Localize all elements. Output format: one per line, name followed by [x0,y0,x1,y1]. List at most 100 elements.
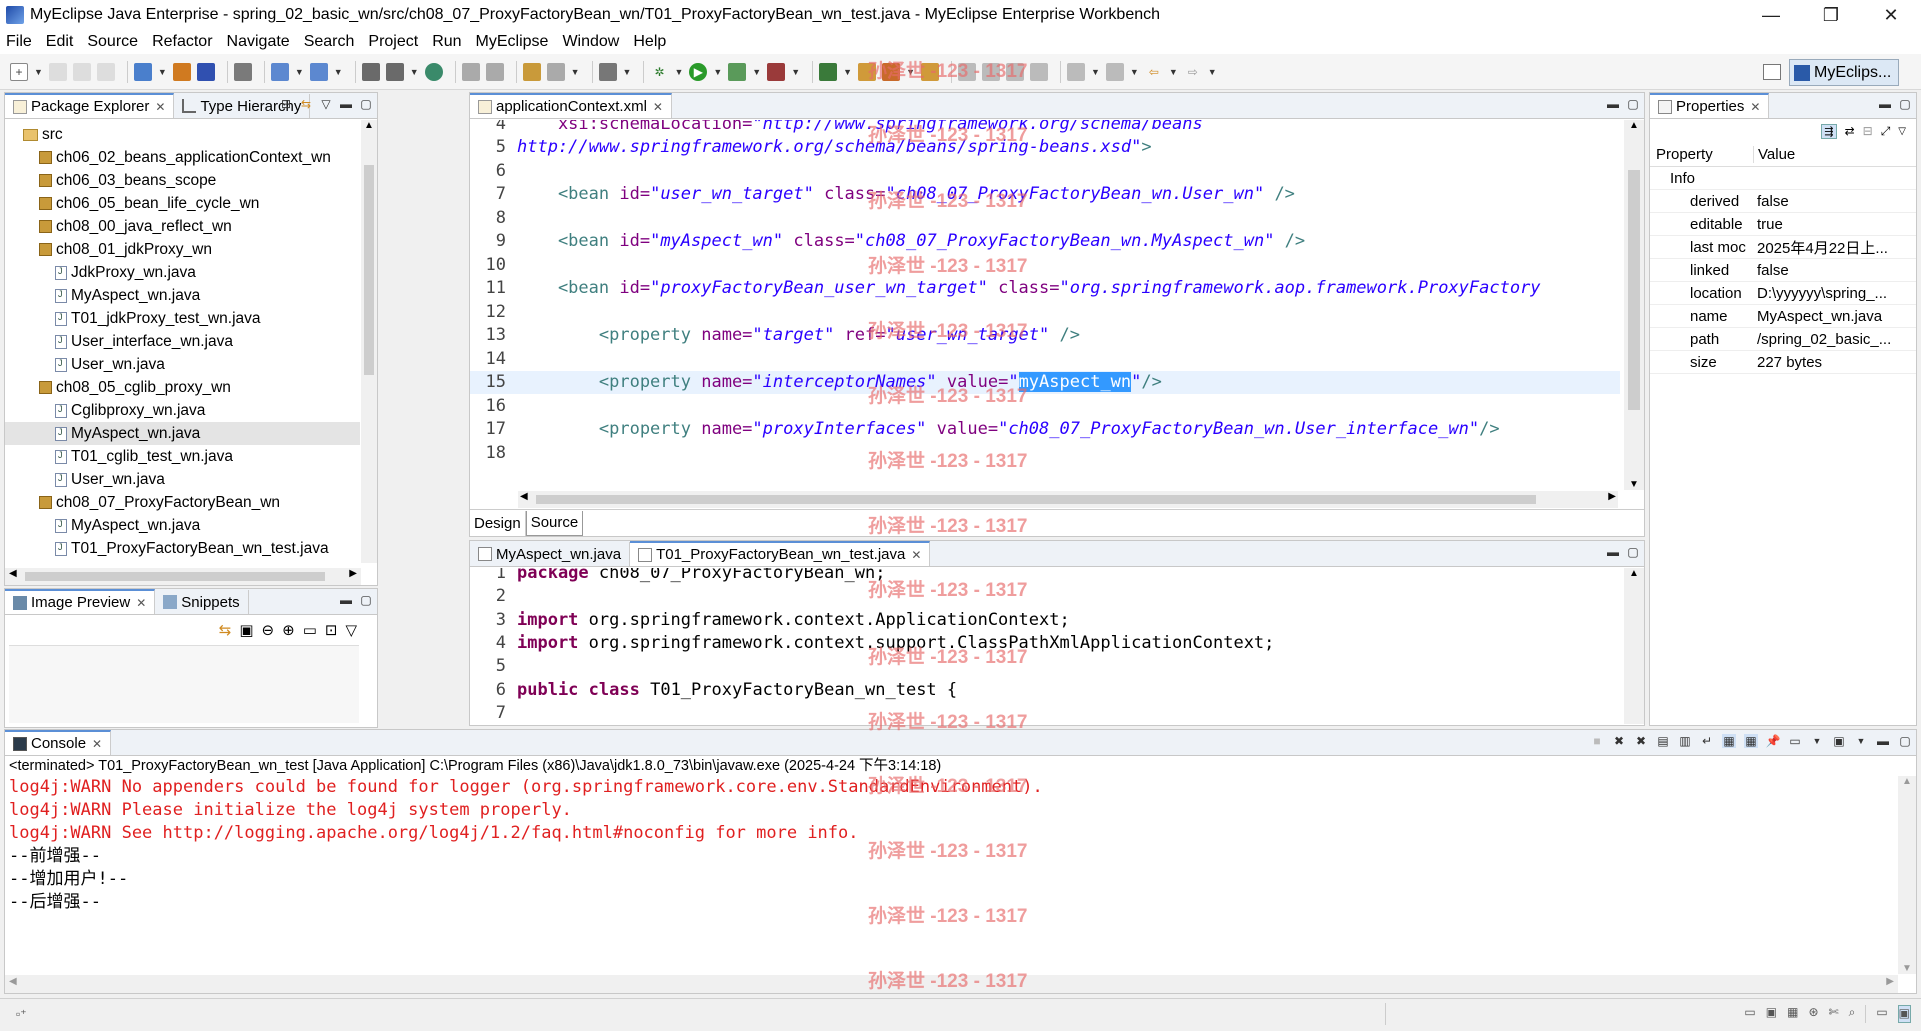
minimize-icon[interactable]: ▬ [1876,734,1890,748]
display-console-dropdown-icon[interactable]: ▼ [1810,734,1824,748]
view-menu-icon[interactable]: ▽ [319,97,333,111]
xml-code-area[interactable]: 3 xmlns:xsi="http://www.w3.org/2001/XMLS… [470,120,1620,465]
tree-item-java-file[interactable]: T01_cglib_test_wn.java [5,445,360,468]
minimize-button[interactable]: — [1741,0,1801,30]
new-dropdown-icon[interactable]: ▼ [34,67,43,77]
tree-item-java-file[interactable]: MyAspect_wn.java [5,514,360,537]
property-row[interactable]: name MyAspect_wn.java [1650,305,1916,328]
fit-image-icon[interactable]: ▣ [239,621,253,639]
close-icon[interactable]: ✕ [136,596,146,610]
coverage-dropdown-icon[interactable]: ▼ [752,67,761,77]
show-on-error-icon[interactable]: ▦ [1744,734,1758,748]
tree-item-package[interactable]: ch08_05_cglib_proxy_wn [5,376,360,399]
close-button[interactable]: ✕ [1861,0,1921,30]
refresh-icon[interactable] [858,62,877,81]
minimize-icon[interactable]: ▬ [339,97,353,111]
print-icon[interactable] [96,62,115,81]
pin-console-icon[interactable]: 📌 [1766,734,1781,748]
properties-section-info[interactable]: Info [1650,167,1916,190]
maximize-icon[interactable]: ▢ [1898,734,1912,748]
hscroll-thumb[interactable] [25,572,325,581]
back-dropdown-icon[interactable]: ▼ [1169,67,1178,77]
scroll-left-icon[interactable]: ◀ [9,568,17,579]
scroll-left-icon[interactable]: ◀ [520,491,528,502]
search-trim-icon[interactable]: ⌕ [1849,1005,1856,1023]
debug-dropdown-icon[interactable]: ▼ [674,67,683,77]
restore-default-icon[interactable]: ⊟ [1863,124,1873,138]
package-tree-hscroll[interactable]: ◀ ▶ [5,568,361,585]
new-file-icon[interactable]: + [10,62,28,81]
database-icon[interactable] [233,62,252,81]
scroll-down-icon[interactable]: ▼ [1629,479,1639,490]
collapse-all-icon[interactable]: ⊟ [279,97,293,111]
scroll-right-icon[interactable]: ▶ [1608,491,1616,502]
tab-console[interactable]: Console ✕ [5,730,112,755]
menu-help[interactable]: Help [633,33,666,51]
snippets-trim-icon[interactable]: ✄ [1829,1005,1839,1023]
console-output[interactable]: log4j:WARN No appenders could be found f… [5,776,1896,966]
edit-icon[interactable] [882,62,901,81]
scroll-down-icon[interactable]: ▼ [1902,963,1912,974]
edit-dropdown-icon[interactable]: ▼ [906,67,915,77]
show-on-output-icon[interactable]: ▦ [1722,734,1736,748]
save-icon[interactable] [48,62,67,81]
scroll-lock-icon[interactable]: ▥ [1678,734,1692,748]
property-row[interactable]: size 227 bytes [1650,351,1916,374]
menu-navigate[interactable]: Navigate [227,33,290,51]
prev-annotation-icon[interactable] [1105,62,1124,81]
pencil-icon[interactable] [981,62,1000,81]
prev-annotation-dropdown-icon[interactable]: ▼ [1130,67,1139,77]
report-dropdown-icon[interactable]: ▼ [410,67,419,77]
scroll-up-icon[interactable]: ▲ [364,120,374,131]
tab-image-preview[interactable]: Image Preview ✕ [5,589,156,614]
tab-properties[interactable]: Properties ✕ [1650,93,1770,118]
next-annotation-icon[interactable] [1066,62,1085,81]
next-annotation-dropdown-icon[interactable]: ▼ [1091,67,1100,77]
menu-file[interactable]: File [6,33,32,51]
word-wrap-icon[interactable]: ↵ [1700,734,1714,748]
new-project-dropdown-icon[interactable]: ▼ [158,67,167,77]
minimize-icon[interactable]: ▬ [1606,97,1620,111]
menu-refactor[interactable]: Refactor [152,33,212,51]
tab-myaspect-java[interactable]: MyAspect_wn.java [470,542,631,566]
restore-console-icon[interactable]: ▭ [1876,1005,1887,1023]
history-forward-icon[interactable] [485,62,504,81]
menu-search[interactable]: Search [304,33,355,51]
open-type-icon[interactable] [522,62,541,81]
link-editor-icon[interactable]: ⇆ [299,97,313,111]
forward-icon[interactable]: ⇨ [1184,63,1202,81]
clear-console-icon[interactable]: ▤ [1656,734,1670,748]
property-row[interactable]: last moc 2025年4月22日上... [1650,236,1916,259]
menu-run[interactable]: Run [432,33,461,51]
globe-icon[interactable] [424,62,443,81]
minimize-icon[interactable]: ▬ [1606,545,1620,559]
display-console-icon[interactable]: ▭ [1788,734,1802,748]
java-code-area[interactable]: 1 package ch08_07_ProxyFactoryBean_wn; 2 3 i… [470,568,1620,724]
link-icon[interactable]: ⇆ [219,621,232,639]
coverage-icon[interactable] [728,62,747,81]
property-row[interactable]: path/spring_02_basic_... [1650,328,1916,351]
wizard-dropdown-icon[interactable]: ▼ [295,67,304,77]
tasks-trim-icon[interactable]: ▦ [1787,1005,1798,1023]
restore-button[interactable]: ❐ [1801,0,1861,30]
xml-editor-vscroll[interactable]: ▲ ▼ [1624,120,1644,490]
zoom-in-icon[interactable]: ⊕ [282,621,295,639]
new-project-icon[interactable] [133,62,152,81]
run-dropdown-icon[interactable]: ▼ [713,67,722,77]
close-icon[interactable]: ✕ [155,100,165,114]
back-icon[interactable]: ⇦ [1145,63,1163,81]
tree-item-package[interactable]: ch06_03_beans_scope [5,169,360,192]
property-row[interactable]: editable true [1650,213,1916,236]
block-selection-icon[interactable] [1029,62,1048,81]
tree-item-java-file[interactable]: T01_jdkProxy_test_wn.java [5,307,360,330]
tree-item-java-file[interactable]: User_interface_wn.java [5,330,360,353]
new-java-class-dropdown-icon[interactable]: ▼ [843,67,852,77]
perspective-button[interactable]: MyEclips... [1789,59,1899,86]
minimize-icon[interactable]: ▬ [1878,97,1892,111]
team-icon[interactable] [361,62,380,81]
maximize-icon[interactable]: ▢ [1626,545,1640,559]
maximize-icon[interactable]: ▢ [359,97,373,111]
pin-icon[interactable] [957,62,976,81]
maximize-icon[interactable]: ▢ [1898,97,1912,111]
remove-launch-icon[interactable]: ✖ [1612,734,1626,748]
